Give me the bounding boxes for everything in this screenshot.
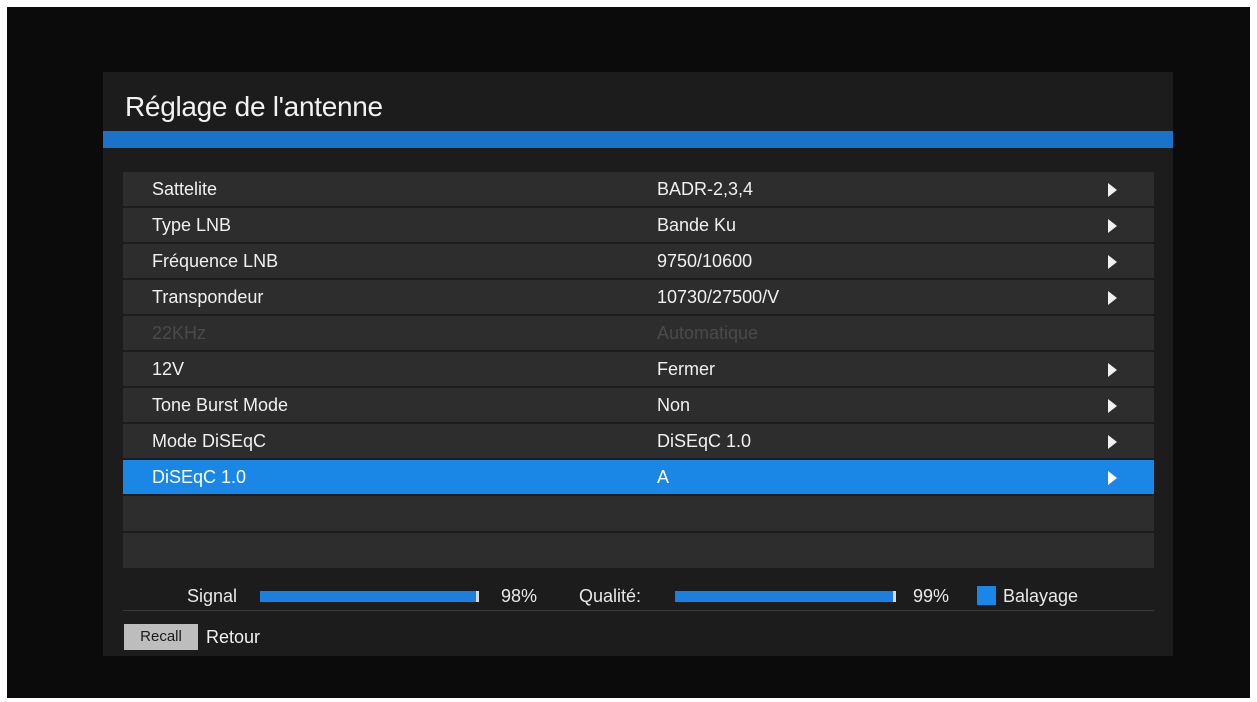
recall-key-button[interactable]: Recall [124,624,198,650]
row-label: Mode DiSEqC [152,431,267,451]
quality-label: Qualité: [579,586,642,606]
right-arrow-icon[interactable] [1108,471,1117,485]
row-value: BADR-2,3,4 [657,179,754,199]
divider [123,610,1154,611]
quality-bar [675,591,896,602]
row-lnb-frequency[interactable]: Fréquence LNB 9750/10600 [123,244,1154,278]
signal-status-bar: Signal 98% Qualité: 99% Balayage [123,582,1154,610]
row-value: Non [657,395,691,415]
row-value: Automatique [657,323,759,343]
row-22khz: 22KHz Automatique [123,316,1154,350]
row-label: 22KHz [152,323,207,343]
right-arrow-icon[interactable] [1108,435,1117,449]
row-diseqc-1-0[interactable]: DiSEqC 1.0 A [123,460,1154,494]
quality-value: 99% [913,586,950,606]
row-value: A [657,467,670,487]
row-satellite[interactable]: Sattelite BADR-2,3,4 [123,172,1154,206]
page-title: Réglage de l'antenne [125,91,383,122]
settings-list: Sattelite BADR-2,3,4 Type LNB Bande Ku F… [123,172,1154,570]
row-value: DiSEqC 1.0 [657,431,752,451]
row-label: Fréquence LNB [152,251,279,271]
right-arrow-icon[interactable] [1108,363,1117,377]
row-label: Sattelite [152,179,218,199]
empty-row [123,496,1154,531]
row-label: DiSEqC 1.0 [152,467,247,487]
row-label: Type LNB [152,215,232,235]
row-12v[interactable]: 12V Fermer [123,352,1154,386]
row-label: Tone Burst Mode [152,395,289,415]
row-value: Bande Ku [657,215,737,235]
row-tone-burst-mode[interactable]: Tone Burst Mode Non [123,388,1154,422]
signal-strength-bar [260,591,479,602]
tv-screen: Réglage de l'antenne Sattelite BADR-2,3,… [7,7,1250,698]
row-value: 9750/10600 [657,251,753,271]
right-arrow-icon[interactable] [1108,291,1117,305]
right-arrow-icon[interactable] [1108,255,1117,269]
row-label: 12V [152,359,185,379]
right-arrow-icon[interactable] [1108,399,1117,413]
antenna-settings-panel: Réglage de l'antenne Sattelite BADR-2,3,… [103,72,1173,656]
empty-row [123,533,1154,568]
row-diseqc-mode[interactable]: Mode DiSEqC DiSEqC 1.0 [123,424,1154,458]
signal-label: Signal [187,586,238,606]
scan-label[interactable]: Balayage [1003,585,1078,607]
row-label: Transpondeur [152,287,264,307]
right-arrow-icon[interactable] [1108,183,1117,197]
row-lnb-type[interactable]: Type LNB Bande Ku [123,208,1154,242]
right-arrow-icon[interactable] [1108,219,1117,233]
recall-key-label: Retour [206,627,261,647]
row-value: 10730/27500/V [657,287,780,307]
row-value: Fermer [657,359,715,379]
signal-value: 98% [501,586,538,606]
row-transponder[interactable]: Transpondeur 10730/27500/V [123,280,1154,314]
title-accent-bar [103,131,1173,148]
scan-indicator-icon [977,586,996,605]
